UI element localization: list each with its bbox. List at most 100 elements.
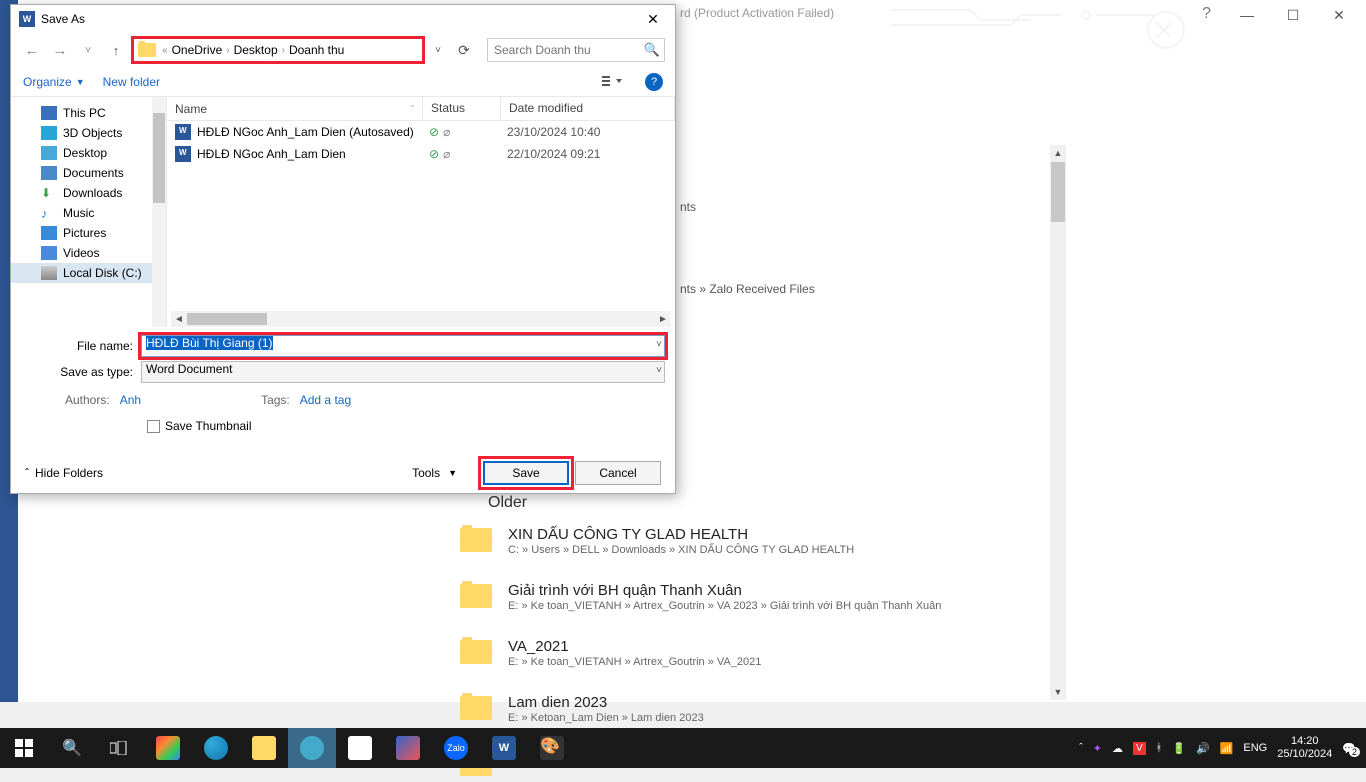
save-button[interactable]: Save bbox=[483, 461, 569, 485]
col-date[interactable]: Date modified bbox=[501, 97, 675, 120]
tools-dropdown[interactable]: Tools▼ bbox=[412, 466, 457, 480]
task-view-button[interactable] bbox=[96, 728, 144, 768]
tree-videos[interactable]: Videos bbox=[11, 243, 166, 263]
new-folder-button[interactable]: New folder bbox=[103, 75, 160, 89]
videos-icon bbox=[41, 246, 57, 260]
file-name-input[interactable]: HĐLĐ Bùi Thị Giang (1) ˅ bbox=[141, 335, 665, 357]
close-button[interactable]: ✕ bbox=[1316, 0, 1362, 30]
tree-pictures[interactable]: Pictures bbox=[11, 223, 166, 243]
recent-item[interactable]: XIN DẤU CÔNG TY GLAD HEALTHC: » Users » … bbox=[460, 520, 1060, 562]
folder-icon bbox=[460, 696, 492, 720]
help-button[interactable]: ? bbox=[645, 73, 663, 91]
breadcrumb[interactable]: « OneDrive › Desktop › Doanh thu bbox=[133, 38, 423, 62]
scroll-right-icon[interactable]: ► bbox=[655, 314, 671, 325]
authors-value[interactable]: Anh bbox=[120, 393, 141, 407]
file-row[interactable]: HĐLĐ NGoc Anh_Lam Dien ⊘⌀ 22/10/2024 09:… bbox=[167, 143, 675, 165]
search-icon[interactable]: 🔍 bbox=[644, 42, 660, 58]
wifi-icon[interactable]: 📶 bbox=[1220, 742, 1234, 755]
nav-back-button[interactable]: ← bbox=[21, 38, 43, 62]
language-indicator[interactable]: ENG bbox=[1243, 742, 1267, 754]
scroll-left-icon[interactable]: ◄ bbox=[171, 314, 187, 325]
maximize-button[interactable]: ☐ bbox=[1270, 0, 1316, 30]
chevron-down-icon[interactable]: ˅ bbox=[656, 339, 662, 350]
unikey-icon[interactable]: V bbox=[1133, 742, 1146, 755]
search-input[interactable] bbox=[494, 39, 640, 61]
dialog-close-button[interactable]: ✕ bbox=[639, 7, 667, 31]
save-as-dialog: W Save As ✕ ← → ˅ ↑ « OneDrive › Desktop… bbox=[10, 4, 676, 494]
taskbar-edge[interactable] bbox=[192, 728, 240, 768]
nav-forward-button[interactable]: → bbox=[49, 38, 71, 62]
recent-item[interactable]: Giải trình với BH quận Thanh XuânE: » Ke… bbox=[460, 576, 1060, 618]
start-button[interactable] bbox=[0, 728, 48, 768]
save-thumbnail-checkbox[interactable] bbox=[147, 420, 160, 433]
taskbar-app-active[interactable] bbox=[288, 728, 336, 768]
taskbar-app[interactable] bbox=[144, 728, 192, 768]
col-status[interactable]: Status bbox=[423, 97, 501, 120]
save-type-select[interactable]: Word Document ˅ bbox=[141, 361, 665, 383]
volume-icon[interactable]: 🔊 bbox=[1196, 742, 1210, 755]
clock[interactable]: 14:2025/10/2024 bbox=[1277, 735, 1332, 761]
recent-scrollbar[interactable]: ▲ ▼ bbox=[1050, 145, 1066, 700]
tray-chevron-icon[interactable]: ˆ bbox=[1079, 742, 1083, 754]
file-row[interactable]: HĐLĐ NGoc Anh_Lam Dien (Autosaved) ⊘⌀ 23… bbox=[167, 121, 675, 143]
folder-tree[interactable]: This PC 3D Objects Desktop Documents ⬇Do… bbox=[11, 97, 167, 327]
dialog-form: File name: HĐLĐ Bùi Thị Giang (1) ˅ Save… bbox=[11, 327, 675, 441]
nav-history-dropdown[interactable]: ˅ bbox=[77, 38, 99, 62]
tree-scrollbar[interactable] bbox=[152, 97, 166, 327]
tree-desktop[interactable]: Desktop bbox=[11, 143, 166, 163]
search-button[interactable]: 🔍 bbox=[48, 728, 96, 768]
dialog-titlebar: W Save As ✕ bbox=[11, 5, 675, 33]
tree-documents[interactable]: Documents bbox=[11, 163, 166, 183]
tree-music[interactable]: ♪Music bbox=[11, 203, 166, 223]
tray-icon[interactable]: ✦ bbox=[1093, 742, 1102, 755]
view-options-button[interactable] bbox=[597, 71, 627, 93]
authors-label: Authors: bbox=[65, 393, 110, 407]
notifications-button[interactable]: 💬2 bbox=[1342, 742, 1356, 755]
scroll-thumb[interactable] bbox=[153, 113, 165, 203]
recent-item[interactable]: Lam dien 2023E: » Ketoan_Lam Dien » Lam … bbox=[460, 688, 1060, 730]
tree-downloads[interactable]: ⬇Downloads bbox=[11, 183, 166, 203]
chevron-right-icon: › bbox=[226, 45, 229, 56]
taskbar-app[interactable] bbox=[384, 728, 432, 768]
dialog-main: This PC 3D Objects Desktop Documents ⬇Do… bbox=[11, 97, 675, 327]
scroll-thumb[interactable] bbox=[187, 313, 267, 325]
scroll-up-icon[interactable]: ▲ bbox=[1050, 145, 1066, 161]
older-heading: Older bbox=[488, 494, 1060, 512]
file-header: Nameˆ Status Date modified bbox=[167, 97, 675, 121]
scroll-thumb[interactable] bbox=[1051, 162, 1065, 222]
file-list: Nameˆ Status Date modified HĐLĐ NGoc Anh… bbox=[167, 97, 675, 327]
tags-value[interactable]: Add a tag bbox=[300, 393, 351, 407]
documents-icon bbox=[41, 166, 57, 180]
taskbar-explorer[interactable] bbox=[240, 728, 288, 768]
taskbar-zalo[interactable]: Zalo bbox=[432, 728, 480, 768]
breadcrumb-item[interactable]: Desktop bbox=[234, 43, 278, 57]
onedrive-icon[interactable]: ☁ bbox=[1112, 742, 1123, 755]
search-box[interactable]: 🔍 bbox=[487, 38, 665, 62]
file-h-scrollbar[interactable]: ◄ ► bbox=[171, 311, 671, 327]
breadcrumb-item[interactable]: Doanh thu bbox=[289, 43, 344, 57]
taskbar-paint[interactable]: 🎨 bbox=[528, 728, 576, 768]
battery-icon[interactable]: 🔋 bbox=[1172, 742, 1186, 755]
dialog-footer: ˆHide Folders Tools▼ Save Cancel bbox=[11, 461, 675, 485]
scroll-down-icon[interactable]: ▼ bbox=[1050, 684, 1066, 700]
organize-button[interactable]: Organize▼ bbox=[23, 75, 85, 89]
help-icon[interactable]: ? bbox=[1202, 5, 1211, 23]
taskbar-word[interactable]: W bbox=[480, 728, 528, 768]
tree-this-pc[interactable]: This PC bbox=[11, 103, 166, 123]
tree-local-disk-c[interactable]: Local Disk (C:) bbox=[11, 263, 166, 283]
nav-up-button[interactable]: ↑ bbox=[105, 38, 127, 62]
chevron-down-icon[interactable]: ˅ bbox=[656, 365, 662, 376]
refresh-button[interactable]: ⟳ bbox=[453, 38, 475, 62]
col-name[interactable]: Nameˆ bbox=[167, 97, 423, 120]
cancel-button[interactable]: Cancel bbox=[575, 461, 661, 485]
tree-3d-objects[interactable]: 3D Objects bbox=[11, 123, 166, 143]
taskbar-app[interactable] bbox=[336, 728, 384, 768]
bluetooth-icon[interactable]: ᚼ bbox=[1156, 742, 1163, 754]
breadcrumb-dropdown[interactable]: ˅ bbox=[429, 38, 447, 62]
breadcrumb-item[interactable]: OneDrive bbox=[172, 43, 223, 57]
hide-folders-button[interactable]: ˆHide Folders bbox=[25, 466, 103, 480]
cube-icon bbox=[41, 126, 57, 140]
folder-icon bbox=[138, 43, 156, 57]
recent-item[interactable]: VA_2021E: » Ke toan_VIETANH » Artrex_Gou… bbox=[460, 632, 1060, 674]
minimize-button[interactable]: — bbox=[1224, 0, 1270, 30]
